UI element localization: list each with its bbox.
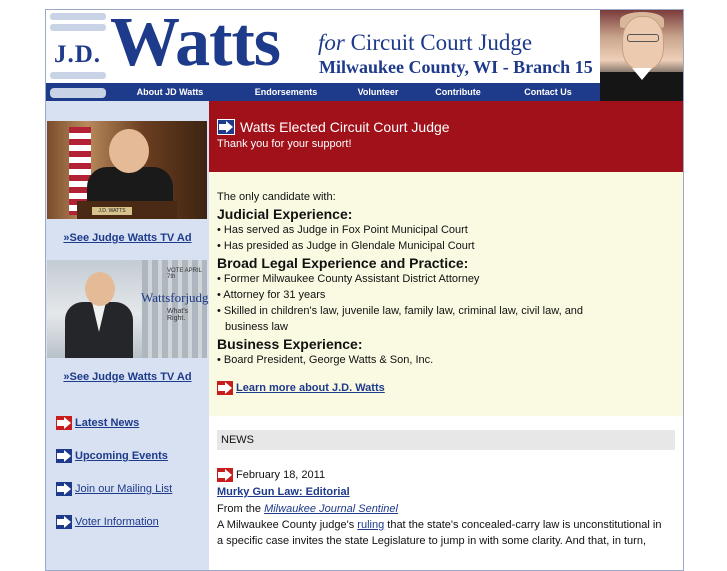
sidebar-item-upcoming-events[interactable]: Upcoming Events <box>56 449 168 463</box>
nav-contribute[interactable]: Contribute <box>418 83 498 101</box>
news-date: February 18, 2011 <box>236 469 326 481</box>
nav-contact[interactable]: Contact Us <box>498 83 598 101</box>
logo-name: Watts <box>110 9 281 81</box>
tv-ad-caption-2: »See Judge Watts TV Ad <box>46 371 209 383</box>
announcement-banner: Watts Elected Circuit Court Judge Thank … <box>209 101 683 172</box>
site-header: J.D. Watts for Circuit Court Judge Milwa… <box>46 10 683 101</box>
legal-item: • Attorney for 31 years <box>217 289 326 301</box>
legal-item: • Former Milwaukee County Assistant Dist… <box>217 273 480 285</box>
candidate-graphic <box>85 272 115 306</box>
nav-endorsements[interactable]: Endorsements <box>234 83 338 101</box>
news-body-text: that the state's concealed-carry law is … <box>387 519 662 531</box>
nameplate: J.D. WATTS <box>92 207 132 215</box>
arrow-right-icon <box>217 468 233 482</box>
arrow-right-icon <box>56 482 72 496</box>
candidate-portrait <box>600 10 683 101</box>
news-body-line-2: a specific case invites the state Legisl… <box>217 535 647 547</box>
main-content: Watts Elected Circuit Court Judge Thank … <box>209 101 683 570</box>
page-container: J.D. Watts for Circuit Court Judge Milwa… <box>45 9 684 571</box>
news-body-line-1: A Milwaukee County judge's ruling that t… <box>217 519 677 531</box>
news-source-row: From the Milwaukee Journal Sentinel <box>217 503 398 515</box>
main-nav: About JD Watts Endorsements Volunteer Co… <box>46 83 600 101</box>
arrow-right-icon <box>217 381 233 395</box>
sidebar: J.D. WATTS »See Judge Watts TV Ad VOTE A… <box>46 101 240 570</box>
sidebar-link-label[interactable]: Upcoming Events <box>75 450 168 462</box>
news-heading: NEWS <box>221 434 254 446</box>
header-subline: Milwaukee County, WI - Branch 15 <box>319 57 593 77</box>
arrow-right-icon <box>56 449 72 463</box>
news-date-row: February 18, 2011 <box>217 468 325 482</box>
judicial-heading: Judicial Experience: <box>217 206 353 222</box>
legal-item: • Skilled in children's law, juvenile la… <box>217 305 584 317</box>
nav-about[interactable]: About JD Watts <box>106 83 234 101</box>
news-headline-row: Murky Gun Law: Editorial <box>217 486 350 498</box>
arrow-right-icon <box>217 119 235 135</box>
tv-ad-link-2[interactable]: »See Judge Watts TV Ad <box>63 371 191 383</box>
header-tagline: for Circuit Court Judge <box>318 30 532 56</box>
sidebar-link-label[interactable]: Join our Mailing List <box>75 483 172 495</box>
learn-more-row[interactable]: Learn more about J.D. Watts <box>217 381 385 395</box>
tv-ad-thumbnail-1[interactable]: J.D. WATTS <box>47 121 207 219</box>
nav-volunteer[interactable]: Volunteer <box>338 83 418 101</box>
credentials-panel: The only candidate with: Judicial Experi… <box>209 172 683 416</box>
banner-title-row: Watts Elected Circuit Court Judge <box>217 119 450 135</box>
tv-ad-thumbnail-2[interactable]: VOTE APRIL 7th Wattsforjudge.com What's … <box>47 260 240 358</box>
learn-more-link[interactable]: Learn more about J.D. Watts <box>236 382 385 394</box>
tv-ad-link-1[interactable]: »See Judge Watts TV Ad <box>63 232 191 244</box>
judicial-item: • Has presided as Judge in Glendale Muni… <box>217 240 475 252</box>
legal-item-continued: business law <box>225 321 288 333</box>
judicial-item: • Has served as Judge in Fox Point Munic… <box>217 224 468 236</box>
legal-heading: Broad Legal Experience and Practice: <box>217 255 469 271</box>
credentials-intro: The only candidate with: <box>217 191 336 203</box>
sidebar-item-latest-news[interactable]: Latest News <box>56 416 139 430</box>
sidebar-item-mailing-list[interactable]: Join our Mailing List <box>56 482 172 496</box>
vote-date-text: VOTE APRIL 7th <box>167 268 202 280</box>
tagline-office: Circuit Court Judge <box>350 30 533 55</box>
news-section-header: NEWS <box>217 430 675 450</box>
news-body-text: A Milwaukee County judge's <box>217 519 355 531</box>
sidebar-item-voter-info[interactable]: Voter Information <box>56 515 159 529</box>
banner-title: Watts Elected Circuit Court Judge <box>240 119 450 135</box>
watermark-tagline: What's Right. <box>167 308 189 322</box>
news-from-label: From the <box>217 503 262 515</box>
logo-initials: J.D. <box>54 41 102 68</box>
arrow-right-icon <box>56 416 72 430</box>
sidebar-link-label[interactable]: Latest News <box>75 417 139 429</box>
business-heading: Business Experience: <box>217 336 363 352</box>
logo-bar <box>50 88 106 98</box>
sidebar-link-label[interactable]: Voter Information <box>75 516 159 528</box>
banner-subtitle: Thank you for your support! <box>217 138 352 150</box>
news-headline-link[interactable]: Murky Gun Law: Editorial <box>217 486 350 498</box>
tv-ad-caption-1: »See Judge Watts TV Ad <box>46 232 209 244</box>
news-ruling-link[interactable]: ruling <box>357 519 384 531</box>
arrow-right-icon <box>56 515 72 529</box>
judge-graphic <box>109 129 149 173</box>
news-source-link[interactable]: Milwaukee Journal Sentinel <box>264 503 398 515</box>
business-item: • Board President, George Watts & Son, I… <box>217 354 434 366</box>
tagline-for: for <box>318 30 345 55</box>
